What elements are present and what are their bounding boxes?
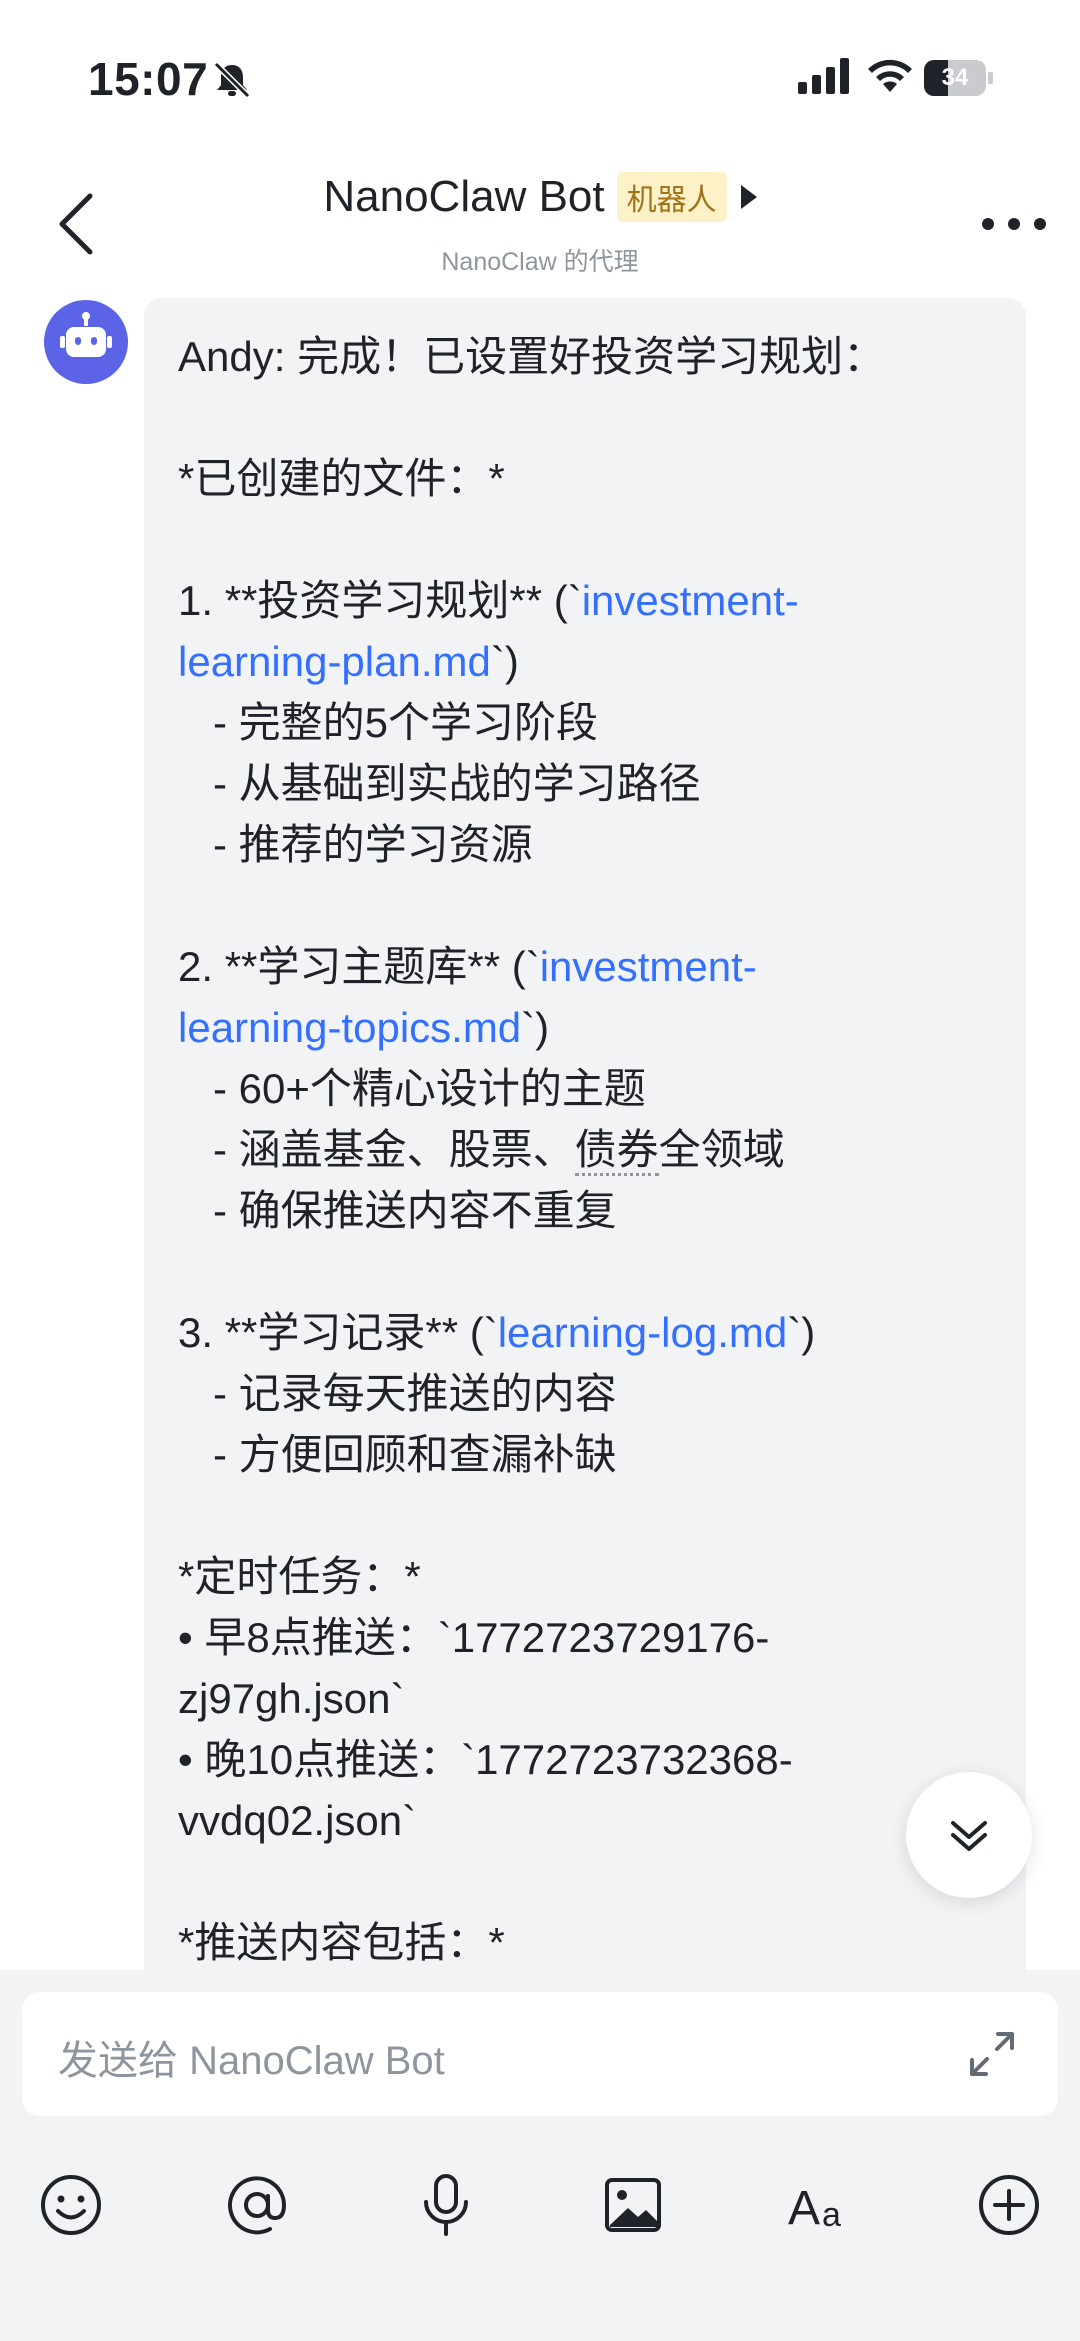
msg-line: • 晚10点推送：`1772723732368- <box>178 1736 793 1783</box>
file-link[interactable]: investment- <box>540 943 757 990</box>
msg-line: Andy: 完成！已设置好投资学习规划： <box>178 333 886 380</box>
message-list[interactable]: Andy: 完成！已设置好投资学习规划： ​ *已创建的文件：* ​ 1. **… <box>0 290 1080 1970</box>
status-bar: 15:07 34 <box>0 0 1080 150</box>
composer-toolbar: A a <box>0 2170 1080 2250</box>
scroll-to-bottom-button[interactable] <box>906 1772 1032 1898</box>
font-icon[interactable]: A a <box>786 2170 856 2240</box>
msg-line: *推送内容包括：* <box>178 1919 505 1966</box>
msg-line: 2. **学习主题库** (` <box>178 943 540 990</box>
title-row[interactable]: NanoClaw Bot 机器人 <box>0 172 1080 222</box>
file-link[interactable]: investment- <box>582 577 799 624</box>
msg-line: 3. **学习记录** (` <box>178 1309 498 1356</box>
msg-line: • 早8点推送：`1772723729176- <box>178 1614 770 1661</box>
image-icon[interactable] <box>598 2170 668 2240</box>
plus-icon[interactable] <box>974 2170 1044 2240</box>
robot-icon <box>60 312 112 357</box>
composer: 发送给 NanoClaw Bot A a <box>0 1970 1080 2341</box>
msg-line: - 完整的5个学习阶段 <box>178 699 599 746</box>
message-input[interactable]: 发送给 NanoClaw Bot <box>22 1992 1058 2116</box>
msg-line: `) <box>521 1004 550 1051</box>
chat-subtitle: NanoClaw 的代理 <box>441 248 639 276</box>
msg-line: 全领域 <box>658 1126 785 1173</box>
msg-line: - 从基础到实战的学习路径 <box>178 760 701 807</box>
msg-line: *定时任务：* <box>178 1553 421 1600</box>
chat-title: NanoClaw Bot <box>323 172 605 221</box>
msg-line: - 确保推送内容不重复 <box>178 1187 617 1234</box>
input-placeholder: 发送给 NanoClaw Bot <box>58 2039 445 2083</box>
bell-muted-icon <box>213 61 251 99</box>
msg-line: vvdq02.json` <box>178 1797 417 1844</box>
play-triangle-icon <box>740 185 757 209</box>
svg-text:A: A <box>788 2182 820 2235</box>
msg-line: 1. **投资学习规划** (` <box>178 577 582 624</box>
msg-line: `) <box>490 638 519 685</box>
file-link[interactable]: learning-log.md <box>498 1309 788 1356</box>
microphone-icon[interactable] <box>411 2170 481 2240</box>
battery-indicator: 34 <box>924 60 994 96</box>
expand-icon[interactable] <box>964 2026 1020 2082</box>
cellular-signal-icon <box>798 58 849 94</box>
msg-line: `) <box>787 1309 816 1356</box>
msg-line: zj97gh.json` <box>178 1675 405 1722</box>
msg-line: - 60+个精心设计的主题 <box>178 1065 646 1112</box>
bot-avatar[interactable] <box>44 300 128 384</box>
mention-icon[interactable] <box>222 2170 292 2240</box>
chat-header: NanoClaw Bot 机器人 NanoClaw 的代理 <box>0 150 1080 290</box>
spellcheck-word: 债券 <box>574 1126 659 1176</box>
emoji-icon[interactable] <box>36 2170 106 2240</box>
msg-line: - 方便回顾和查漏补缺 <box>178 1431 617 1478</box>
msg-line: - 推荐的学习资源 <box>178 821 533 868</box>
file-link[interactable]: learning-topics.md <box>178 1004 521 1051</box>
double-chevron-down-icon <box>951 1821 987 1851</box>
more-options-icon[interactable] <box>982 216 1046 232</box>
bot-badge: 机器人 <box>616 172 727 222</box>
wifi-icon <box>868 59 912 92</box>
msg-line: - 记录每天推送的内容 <box>178 1370 617 1417</box>
msg-line: *已创建的文件：* <box>178 455 505 502</box>
status-time: 15:07 <box>88 53 209 105</box>
message-text: Andy: 完成！已设置好投资学习规划： ​ *已创建的文件：* ​ 1. **… <box>178 326 1008 1970</box>
battery-level: 34 <box>941 64 969 91</box>
file-link[interactable]: learning-plan.md <box>178 638 491 685</box>
msg-line: - 涵盖基金、股票、 <box>178 1126 575 1173</box>
svg-text:a: a <box>822 2196 841 2234</box>
